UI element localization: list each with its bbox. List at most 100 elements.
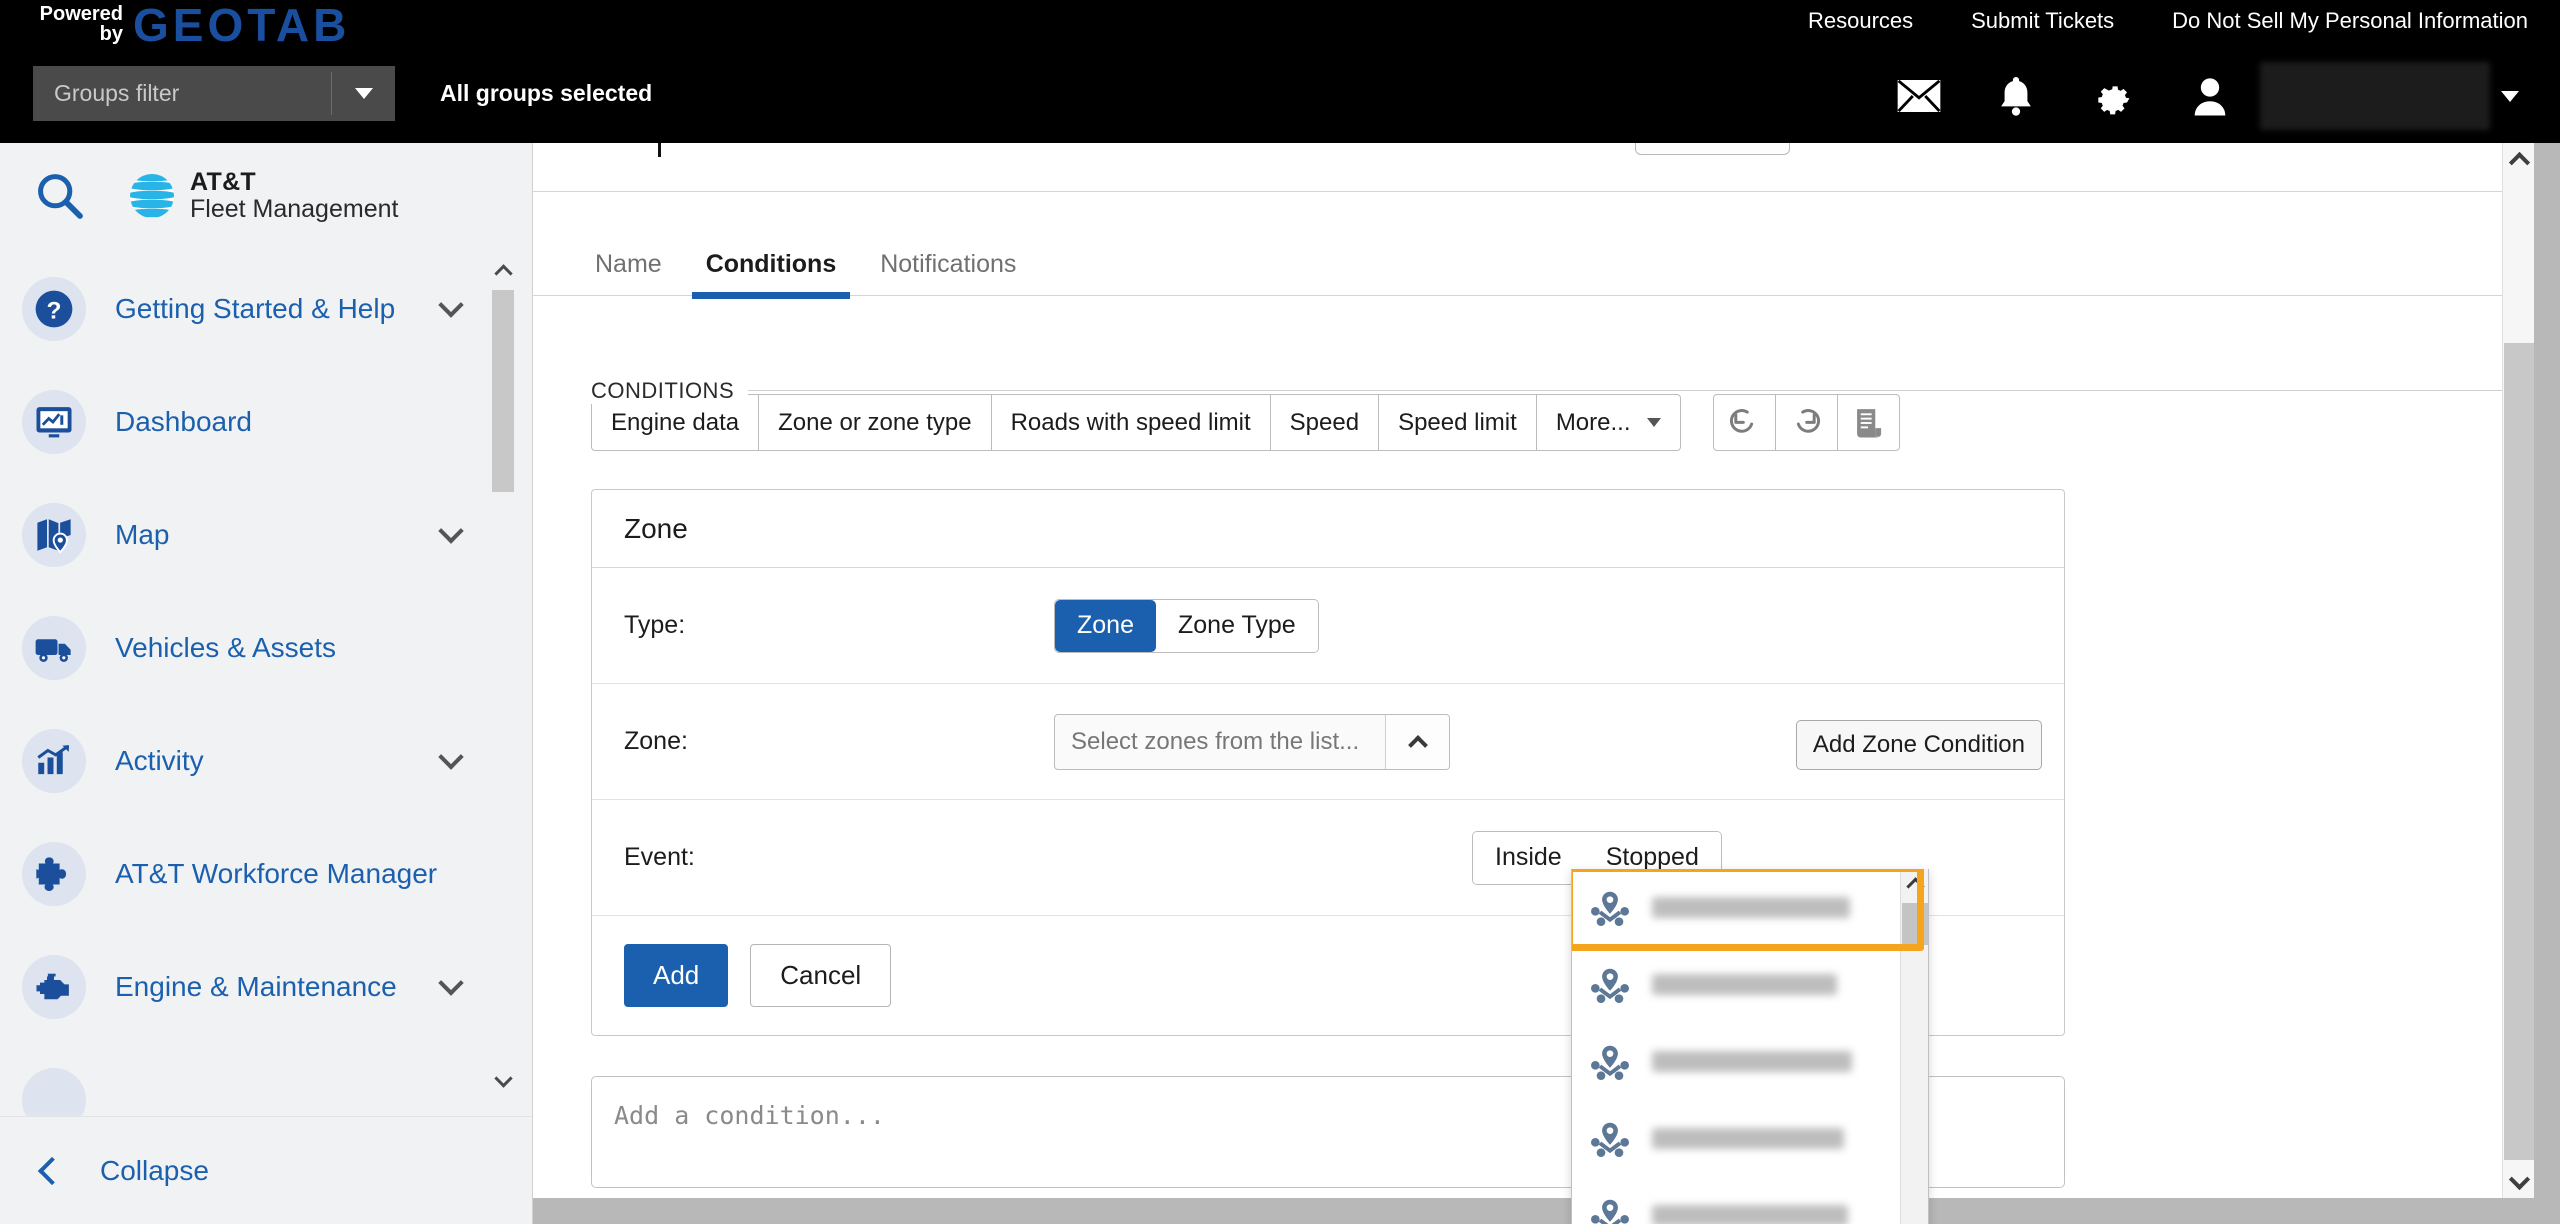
type-toggle-group: Zone Zone Type xyxy=(1054,598,1319,653)
clipped-top-row xyxy=(533,143,2502,191)
main-content-area: Name Conditions Notifications CONDITIONS… xyxy=(533,143,2560,1224)
conditions-fieldset: CONDITIONS Engine data Zone or zone type… xyxy=(591,378,2526,1188)
zone-marker-icon xyxy=(1590,966,1636,1004)
chevron-down-icon xyxy=(1646,418,1661,427)
page-scroll-down-icon[interactable] xyxy=(2503,1166,2535,1198)
zone-select-toggle-button[interactable] xyxy=(1385,714,1449,769)
page-scroll-up-icon[interactable] xyxy=(2503,143,2535,175)
condition-button-speed[interactable]: Speed xyxy=(1269,394,1380,451)
powered-word: Powered xyxy=(39,3,123,25)
sidebar-collapse-button[interactable]: Collapse xyxy=(0,1116,532,1224)
nav-link-submit-tickets[interactable]: Submit Tickets xyxy=(1971,8,2114,34)
zone-marker-icon xyxy=(1590,1043,1636,1081)
type-label: Type: xyxy=(624,611,686,639)
user-name-redacted[interactable] xyxy=(2260,62,2490,130)
puzzle-piece-icon xyxy=(22,841,86,906)
zone-dropdown-item[interactable] xyxy=(1572,869,1900,946)
zone-select-row: Zone: Select zones from the list... Add … xyxy=(592,684,2064,800)
chevron-left-icon xyxy=(37,1156,67,1185)
groups-filter-caret[interactable] xyxy=(332,66,395,121)
map-pin-icon xyxy=(22,502,86,567)
sidebar-item-getting-started-help[interactable]: ? Getting Started & Help xyxy=(0,252,532,365)
zone-dropdown-item[interactable] xyxy=(1572,1177,1900,1224)
gear-icon[interactable] xyxy=(2064,65,2161,127)
zone-name-redacted xyxy=(1652,1205,1848,1224)
sidebar-item-label: Engine & Maintenance xyxy=(115,970,397,1002)
condition-button-speed-limit[interactable]: Speed limit xyxy=(1378,394,1537,451)
page-scroll-thumb[interactable] xyxy=(2504,343,2534,1160)
chevron-down-icon[interactable] xyxy=(438,743,464,770)
dropdown-scrollbar[interactable] xyxy=(1900,869,1928,1224)
top-header-bar: Powered by GEOTAB Resources Submit Ticke… xyxy=(0,0,2560,143)
chevron-down-icon[interactable] xyxy=(438,291,464,318)
sidebar-item-activity[interactable]: Activity xyxy=(0,704,532,817)
sidebar-item-label: Activity xyxy=(115,744,204,776)
bell-icon[interactable] xyxy=(1967,65,2064,127)
by-word: by xyxy=(99,23,123,45)
type-option-zone[interactable]: Zone xyxy=(1055,599,1156,652)
sidebar-item-engine-maintenance[interactable]: Engine & Maintenance xyxy=(0,930,532,1043)
powered-by-text: Powered by xyxy=(33,4,123,44)
sidebar-item-label: AT&T Workforce Manager xyxy=(115,857,438,889)
chevron-down-icon[interactable] xyxy=(438,969,464,996)
search-icon[interactable] xyxy=(22,171,98,221)
redo-icon[interactable] xyxy=(1774,394,1838,451)
sidebar-item-label: Dashboard xyxy=(115,405,252,437)
dropdown-scroll-up-icon[interactable] xyxy=(1901,869,1928,899)
tab-bar: Name Conditions Notifications xyxy=(533,191,2502,299)
nav-link-do-not-sell[interactable]: Do Not Sell My Personal Information xyxy=(2172,8,2528,34)
sidebar-item-vehicles-assets[interactable]: Vehicles & Assets xyxy=(0,591,532,704)
add-zone-condition-button[interactable]: Add Zone Condition xyxy=(1795,720,2042,770)
condition-button-zone-or-zone-type[interactable]: Zone or zone type xyxy=(758,394,992,451)
sidebar-scroll-thumb[interactable] xyxy=(492,290,514,492)
sidebar-item-label: Map xyxy=(115,518,170,550)
cancel-button[interactable]: Cancel xyxy=(750,944,892,1007)
sidebar-item-workforce-manager[interactable]: AT&T Workforce Manager xyxy=(0,817,532,930)
toolbar-icon-group xyxy=(1712,394,1900,451)
sidebar-item-dashboard[interactable]: Dashboard xyxy=(0,365,532,478)
event-label: Event: xyxy=(624,843,695,871)
zone-dropdown-item[interactable] xyxy=(1572,1023,1900,1100)
conditions-panel: CONDITIONS Engine data Zone or zone type… xyxy=(533,296,2526,1188)
user-menu-caret[interactable] xyxy=(2490,65,2530,127)
zone-select-combobox[interactable]: Select zones from the list... xyxy=(1054,713,1450,770)
zone-select-dropdown xyxy=(1571,869,1929,1224)
text-cursor xyxy=(658,143,661,157)
add-button[interactable]: Add xyxy=(624,944,729,1007)
chevron-down-icon[interactable] xyxy=(438,517,464,544)
mail-icon[interactable] xyxy=(1870,65,1967,127)
zone-select-input[interactable]: Select zones from the list... xyxy=(1055,715,1385,769)
window-bottom-frame xyxy=(533,1198,2560,1224)
script-icon[interactable] xyxy=(1836,394,1900,451)
sidebar-scrollbar[interactable] xyxy=(490,258,516,1094)
event-option-inside[interactable]: Inside xyxy=(1473,831,1584,884)
condition-button-roads-with-speed-limit[interactable]: Roads with speed limit xyxy=(990,394,1271,451)
zone-label: Zone: xyxy=(624,727,688,755)
truck-icon xyxy=(22,615,86,680)
groups-filter-dropdown[interactable]: Groups filter xyxy=(33,66,395,121)
type-option-zone-type[interactable]: Zone Type xyxy=(1155,599,1318,652)
undo-icon[interactable] xyxy=(1712,394,1776,451)
tab-conditions[interactable]: Conditions xyxy=(684,250,859,299)
scroll-up-arrow-icon[interactable] xyxy=(490,258,516,284)
zone-dropdown-item[interactable] xyxy=(1572,946,1900,1023)
att-logo-line1: AT&T xyxy=(190,167,256,196)
dropdown-scroll-thumb[interactable] xyxy=(1902,903,1928,945)
zone-marker-icon xyxy=(1590,1120,1636,1158)
nav-link-resources[interactable]: Resources xyxy=(1808,8,1913,34)
help-circle-icon: ? xyxy=(22,276,86,341)
tab-name[interactable]: Name xyxy=(573,250,684,295)
main-page-scrollbar[interactable] xyxy=(2502,143,2534,1198)
groups-filter-input[interactable]: Groups filter xyxy=(33,66,331,121)
clipped-button[interactable] xyxy=(1635,143,1790,155)
scroll-down-arrow-icon[interactable] xyxy=(490,1068,516,1094)
att-globe-icon xyxy=(128,172,176,220)
condition-button-more[interactable]: More... xyxy=(1535,394,1681,451)
sidebar-item-map[interactable]: Map xyxy=(0,478,532,591)
left-sidebar: AT&T Fleet Management ? Getting Started … xyxy=(0,143,533,1224)
application-window: Powered by GEOTAB Resources Submit Ticke… xyxy=(0,0,2560,1224)
tab-notifications[interactable]: Notifications xyxy=(858,250,1038,295)
conditions-legend: CONDITIONS xyxy=(591,378,749,404)
user-icon[interactable] xyxy=(2161,65,2258,127)
zone-dropdown-item[interactable] xyxy=(1572,1100,1900,1177)
